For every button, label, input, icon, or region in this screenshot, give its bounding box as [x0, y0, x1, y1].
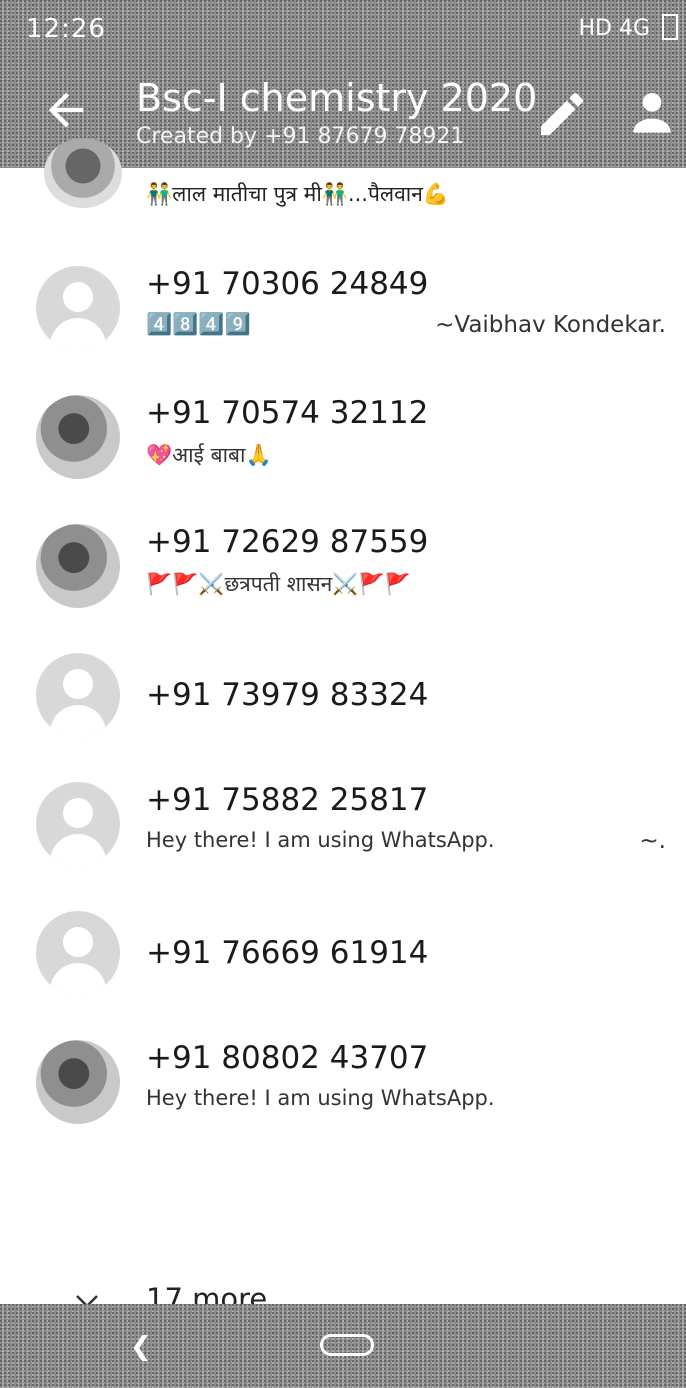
nav-back-icon[interactable]: ❮ — [130, 1332, 152, 1362]
network-indicator: HD 4G — [578, 16, 650, 41]
participant-row-partial[interactable]: 👬लाल मातीचा पुत्र मी👬...पैलवान💪 — [0, 138, 686, 220]
group-creator: Created by +91 87679 78921 — [136, 124, 465, 149]
edit-pencil-icon[interactable] — [534, 86, 590, 142]
participant-row[interactable]: +91 73979 83324 — [0, 635, 686, 764]
back-arrow-icon[interactable] — [40, 84, 92, 136]
avatar — [36, 1040, 120, 1124]
default-avatar-icon — [36, 782, 120, 866]
avatar-body — [50, 318, 106, 350]
default-avatar-icon — [36, 266, 120, 350]
participant-row[interactable]: +91 70306 24849 4️⃣8️⃣4️⃣9️⃣ ~Vaibhav Ko… — [0, 248, 686, 377]
participant-row[interactable]: +91 72629 87559 🚩🚩⚔️छत्रपती शासन⚔️🚩🚩 — [0, 506, 686, 635]
avatar-body — [50, 963, 106, 995]
participant-push-name: ~. — [639, 828, 666, 854]
system-nav-bar: ❮ — [0, 1304, 686, 1388]
avatar — [44, 138, 122, 208]
status-bar: 12:26 HD 4G — [0, 0, 686, 56]
add-participant-icon[interactable] — [624, 84, 680, 144]
participant-phone: +91 76669 61914 — [146, 935, 429, 971]
status-time: 12:26 — [26, 14, 106, 44]
participant-about: 4️⃣8️⃣4️⃣9️⃣ — [146, 312, 251, 336]
participant-list: +91 70306 24849 4️⃣8️⃣4️⃣9️⃣ ~Vaibhav Ko… — [0, 248, 686, 1151]
avatar-head — [63, 798, 93, 828]
participant-phone: +91 75882 25817 — [146, 782, 429, 818]
participant-phone: +91 72629 87559 — [146, 524, 429, 560]
avatar-body — [50, 834, 106, 866]
nav-home-icon[interactable] — [320, 1334, 374, 1356]
avatar-head — [63, 282, 93, 312]
avatar — [36, 524, 120, 608]
participant-phone: +91 73979 83324 — [146, 677, 429, 713]
avatar-body — [50, 705, 106, 737]
participant-row[interactable]: +91 80802 43707 Hey there! I am using Wh… — [0, 1022, 686, 1151]
participant-about: Hey there! I am using WhatsApp. — [146, 828, 495, 852]
participant-phone: +91 70306 24849 — [146, 266, 429, 302]
participant-row[interactable]: +91 76669 61914 — [0, 893, 686, 1022]
participant-row[interactable]: +91 75882 25817 Hey there! I am using Wh… — [0, 764, 686, 893]
participant-phone: +91 80802 43707 — [146, 1040, 429, 1076]
group-title[interactable]: Bsc-I chemistry 2020 — [136, 76, 537, 120]
participant-row[interactable]: +91 70574 32112 💖आई बाबा🙏 — [0, 377, 686, 506]
participant-push-name: ~Vaibhav Kondekar. — [435, 312, 666, 338]
participant-about: Hey there! I am using WhatsApp. — [146, 1086, 495, 1110]
participant-about: 💖आई बाबा🙏 — [146, 443, 272, 467]
avatar-head — [63, 927, 93, 957]
default-avatar-icon — [36, 653, 120, 737]
avatar-head — [63, 669, 93, 699]
battery-icon — [662, 14, 678, 40]
participant-phone: +91 70574 32112 — [146, 395, 429, 431]
participant-about: 🚩🚩⚔️छत्रपती शासन⚔️🚩🚩 — [146, 572, 411, 596]
participant-about: 👬लाल मातीचा पुत्र मी👬...पैलवान💪 — [146, 182, 450, 206]
avatar — [36, 395, 120, 479]
default-avatar-icon — [36, 911, 120, 995]
